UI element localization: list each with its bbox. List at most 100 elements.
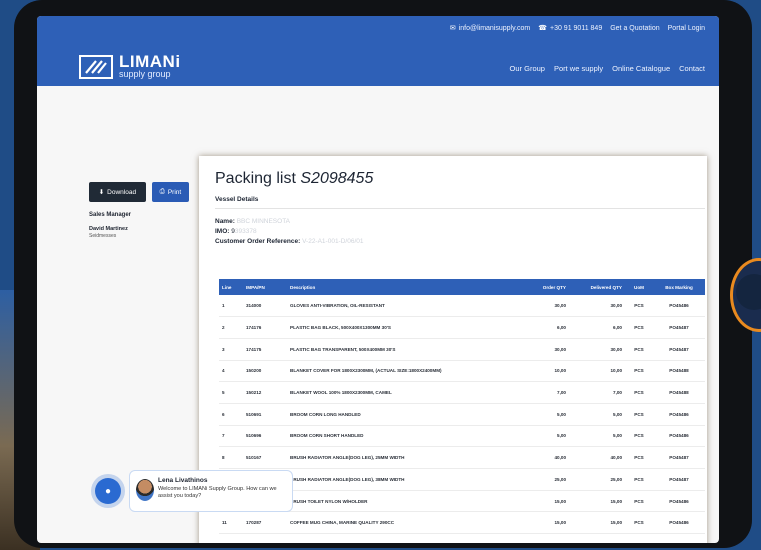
table-row: 7 510696 BROOM CORN SHORT HANDLED 5,00 5,00 P… (219, 425, 705, 448)
table-header-row: Line IMPA/PN Description Order QTY Deliv… (219, 279, 705, 295)
cell-line: 3 (219, 338, 243, 361)
cell-uom: PCS (625, 468, 653, 491)
imo-value-blurred: 393378 (234, 228, 257, 235)
packing-list-number: S2098455 (300, 170, 374, 187)
phone-icon: ☎ (538, 25, 547, 32)
cell-delivered-qty: 30,00 (569, 338, 625, 361)
table-row: 4 150200 BLANKET COVER FOR 1800X2300MM, (A… (219, 360, 705, 383)
main-nav: Our Group Port we supply Online Catalogu… (510, 64, 705, 73)
cell-impa: 150200 (243, 360, 287, 383)
cell-line: 2 (219, 316, 243, 339)
table-row: 3 174175 PLASTIC BAG TRANSPARENT, 500X400M… (219, 338, 705, 361)
col-impa: IMPA/PN (246, 284, 265, 290)
cell-delivered-qty: 5,00 (569, 425, 625, 448)
cell-uom: PCS (625, 338, 653, 361)
cell-impa: 314000 (243, 295, 287, 318)
cell-description: BRUSH RADIATOR ANGLE(DOG LEG), 25MM WIDT… (287, 446, 521, 469)
chat-message: Welcome to LIMANi Supply Group. How can … (158, 486, 277, 499)
logo-subtitle: supply group (119, 69, 171, 79)
contact-name: David Martinez (89, 226, 128, 232)
cell-delivered-qty: 25,00 (569, 468, 625, 491)
print-button[interactable]: ⎙ Print (151, 182, 189, 202)
cell-order-qty: 5,00 (521, 403, 569, 426)
cell-line: 5 (219, 381, 243, 404)
cell-impa: 510691 (243, 403, 287, 426)
divider (215, 208, 705, 209)
col-delivered-qty: Delivered QTY (590, 284, 622, 290)
cell-uom: PCS (625, 490, 653, 513)
cell-line: 1 (219, 295, 243, 318)
cell-box-marking: PO45486 (653, 511, 705, 535)
cell-impa: 174176 (243, 316, 287, 339)
chat-agent-name: Lena Livathinos (158, 477, 208, 484)
cell-order-qty: 6,00 (521, 316, 569, 339)
download-icon: ⬇ (98, 189, 105, 196)
imo-label: IMO: (215, 228, 230, 235)
page-title: Packing list S2098455 (215, 170, 373, 188)
cell-description: BROOM CORN LONG HANDLED (287, 403, 521, 426)
chat-widget: ● Lena Livathinos Welcome to LIMANi Supp… (95, 470, 293, 512)
quote-link[interactable]: Get a Quotation (610, 24, 659, 32)
cell-delivered-qty: 5,00 (569, 403, 625, 426)
cell-box-marking: PO45487 (653, 338, 705, 361)
cell-description: BROOM CORN SHORT HANDLED (287, 425, 521, 448)
col-uom: UoM (634, 284, 644, 290)
cell-box-marking: PO45488 (653, 381, 705, 404)
logo-text: LIMANi supply group (119, 52, 181, 79)
nav-contact[interactable]: Contact (679, 64, 705, 73)
download-label: Download (107, 188, 137, 196)
cell-order-qty: 30,00 (521, 338, 569, 361)
email-link[interactable]: ✉ info@limanisupply.com (450, 24, 531, 33)
order-reference-value: V-22-A1-001-D/06/01 (302, 238, 364, 245)
cell-delivered-qty: 40,00 (569, 446, 625, 469)
cell-impa: 174175 (243, 338, 287, 361)
nav-our-group[interactable]: Our Group (510, 64, 545, 73)
cell-delivered-qty: 6,00 (569, 316, 625, 339)
cell-description: COFFEE MUG CHINA, MARINE QUALITY 290CC (287, 511, 521, 535)
order-reference-field: Customer Order Reference: V-22-A1-001-D/… (215, 238, 364, 245)
cell-uom: PCS (625, 403, 653, 426)
logo[interactable]: LIMANi supply group (79, 52, 181, 79)
phone-link[interactable]: ☎ +30 91 9011 849 (538, 24, 603, 33)
vessel-details-heading: Vessel Details (215, 196, 259, 203)
cell-order-qty: 5,00 (521, 425, 569, 448)
cell-uom: PCS (625, 295, 653, 318)
cell-order-qty: 10,00 (521, 360, 569, 383)
table-row: 11 170287 COFFEE MUG CHINA, MARINE QUALITY… (219, 511, 705, 535)
portal-login-link[interactable]: Portal Login (668, 24, 705, 32)
chat-greeting[interactable]: Lena Livathinos Welcome to LIMANi Supply… (129, 470, 293, 512)
cell-order-qty: 7,00 (521, 381, 569, 404)
chat-open-button[interactable]: ● (95, 478, 121, 504)
phone-text: +30 91 9011 849 (549, 24, 603, 32)
cell-line: 4 (219, 360, 243, 383)
cell-description: BLANKET COVER FOR 1800X2300MM, (ACTUAL S… (287, 360, 521, 383)
col-order-qty: Order QTY (542, 284, 566, 290)
logo-name: LIMANi (119, 52, 181, 71)
cell-impa: 170287 (243, 511, 287, 535)
table-row: 6 510691 BROOM CORN LONG HANDLED 5,00 5,00 PC… (219, 403, 705, 426)
download-button[interactable]: ⬇ Download (89, 182, 146, 202)
website-screen: ✉ info@limanisupply.com ☎ +30 91 9011 849 … (37, 16, 719, 543)
cell-description: BRUSH TOILET NYLON W/HOLDER (287, 490, 521, 513)
col-description: Description (290, 284, 316, 290)
sidebar: ⬇ Download ⎙ Print Sales Manager David M… (89, 182, 189, 239)
cell-impa: 510167 (243, 446, 287, 469)
cell-box-marking: PO45487 (653, 316, 705, 339)
cell-uom: PCS (625, 511, 653, 535)
cell-box-marking: PO45486 (653, 295, 705, 318)
col-box-marking: Box Marking (665, 284, 693, 290)
cell-uom: PCS (625, 425, 653, 448)
cell-impa: 510696 (243, 425, 287, 448)
cell-line: 8 (219, 446, 243, 469)
nav-port-we-supply[interactable]: Port we supply (554, 64, 603, 73)
cell-box-marking: PO45488 (653, 360, 705, 383)
cell-box-marking: PO45486 (653, 425, 705, 448)
cell-line: 7 (219, 425, 243, 448)
cell-description: BRUSH RADIATOR ANGLE(DOG LEG), 38MM WIDT… (287, 468, 521, 491)
vessel-name-field: Name: BBC MINNESOTA (215, 218, 290, 225)
printer-icon: ⎙ (159, 188, 165, 195)
order-reference-label: Customer Order Reference: (215, 238, 301, 245)
nav-online-catalogue[interactable]: Online Catalogue (612, 64, 670, 73)
email-text: info@limanisupply.com (458, 24, 531, 32)
contact-role: Sales Manager (89, 212, 132, 218)
